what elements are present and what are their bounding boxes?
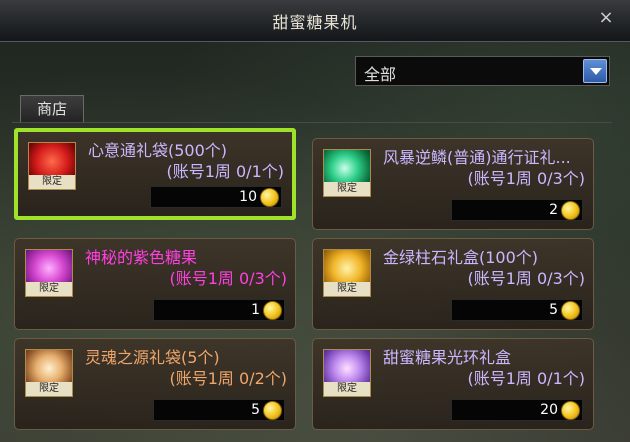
chevron-down-icon[interactable] <box>583 59 607 83</box>
item-name: 神秘的紫色糖果 <box>85 248 198 267</box>
item-price: 10 <box>239 189 257 205</box>
item-price: 1 <box>251 302 260 318</box>
item-name: 甜蜜糖果光环礼盒 <box>383 348 512 367</box>
item-purchase-limit: (账号1周 0/3个) <box>467 269 585 288</box>
item-card-0[interactable]: 限定 心意通礼袋(500个) (账号1周 0/1个) 10 <box>14 128 296 220</box>
window-title: 甜蜜糖果机 <box>272 13 358 32</box>
candy-aura-box-icon: 限定 <box>323 349 371 397</box>
item-card-5[interactable]: 限定 甜蜜糖果光环礼盒 (账号1周 0/1个) 20 <box>312 338 594 430</box>
limited-badge: 限定 <box>26 282 72 296</box>
gold-coin-icon <box>561 401 580 420</box>
gold-coin-icon <box>260 188 279 207</box>
limited-badge: 限定 <box>324 182 370 196</box>
item-price: 5 <box>549 302 558 318</box>
item-purchase-limit: (账号1周 0/2个) <box>169 369 287 388</box>
item-price: 5 <box>251 402 260 418</box>
limited-badge: 限定 <box>26 382 72 396</box>
price-box: 1 <box>153 299 285 321</box>
item-card-3[interactable]: 限定 金绿柱石礼盒(100个) (账号1周 0/3个) 5 <box>312 238 594 330</box>
soul-source-bag-icon: 限定 <box>25 349 73 397</box>
red-gift-bag-icon: 限定 <box>28 142 76 190</box>
gold-gem-box-icon: 限定 <box>323 249 371 297</box>
limited-badge: 限定 <box>29 175 75 189</box>
category-filter-dropdown[interactable]: 全部 <box>355 56 610 86</box>
limited-badge: 限定 <box>324 382 370 396</box>
limited-badge: 限定 <box>324 282 370 296</box>
gold-coin-icon <box>561 301 580 320</box>
price-box: 5 <box>451 299 583 321</box>
item-purchase-limit: (账号1周 0/3个) <box>467 169 585 188</box>
panel-divider <box>12 122 612 123</box>
item-name: 风暴逆鳞(普通)通行证礼... <box>383 148 571 167</box>
item-name: 心意通礼袋(500个) <box>88 141 228 160</box>
price-box: 20 <box>451 399 583 421</box>
green-dragon-scale-icon: 限定 <box>323 149 371 197</box>
category-filter-value: 全部 <box>364 65 397 84</box>
gold-coin-icon <box>263 401 282 420</box>
tab-shop[interactable]: 商店 <box>20 95 84 123</box>
item-purchase-limit: (账号1周 0/1个) <box>166 162 284 181</box>
gold-coin-icon <box>561 201 580 220</box>
item-card-2[interactable]: 限定 神秘的紫色糖果 (账号1周 0/3个) 1 <box>14 238 296 330</box>
price-box: 5 <box>153 399 285 421</box>
item-purchase-limit: (账号1周 0/1个) <box>467 369 585 388</box>
item-card-1[interactable]: 限定 风暴逆鳞(普通)通行证礼... (账号1周 0/3个) 2 <box>312 138 594 230</box>
purple-heart-candy-icon: 限定 <box>25 249 73 297</box>
item-purchase-limit: (账号1周 0/3个) <box>169 269 287 288</box>
item-card-4[interactable]: 限定 灵魂之源礼袋(5个) (账号1周 0/2个) 5 <box>14 338 296 430</box>
item-price: 20 <box>540 402 558 418</box>
item-price: 2 <box>549 202 558 218</box>
price-box: 10 <box>150 186 282 208</box>
gold-coin-icon <box>263 301 282 320</box>
close-icon[interactable]: × <box>596 8 616 28</box>
item-name: 灵魂之源礼袋(5个) <box>85 348 220 367</box>
item-name: 金绿柱石礼盒(100个) <box>383 248 539 267</box>
window-title-bar: 甜蜜糖果机 × <box>0 0 630 42</box>
price-box: 2 <box>451 199 583 221</box>
